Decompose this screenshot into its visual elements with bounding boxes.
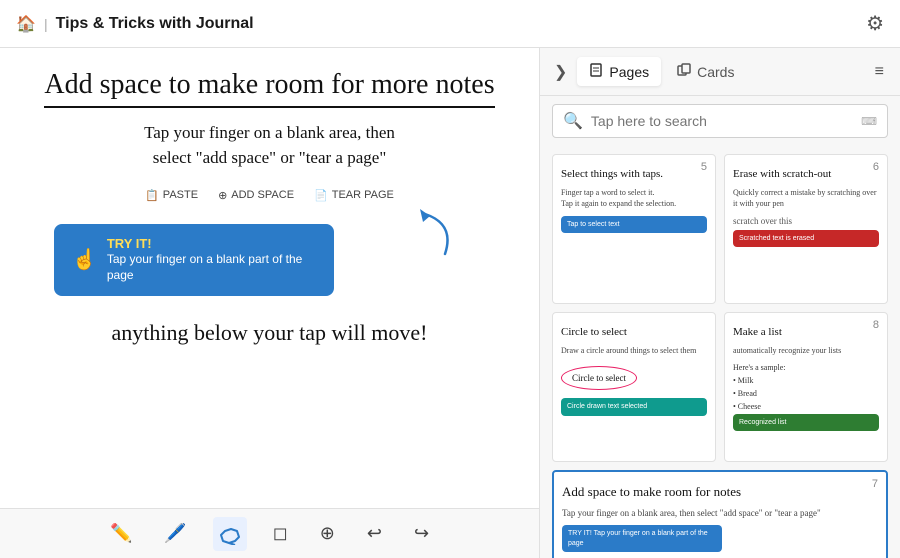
add-space-icon: ⊕: [218, 189, 227, 202]
page-num-5: 5: [701, 161, 707, 173]
page-thumbnail-7[interactable]: 7 Add space to make room for notes Tap y…: [552, 470, 888, 558]
app-header: 🏠 | Tips & Tricks with Journal ⚙: [0, 0, 900, 48]
canvas-subtitle: Tap your finger on a blank area, then se…: [144, 120, 395, 171]
finger-icon: ☝: [72, 247, 97, 272]
thumb-bubble-5: Tap to select text: [561, 216, 707, 233]
cards-tab-icon: [677, 63, 691, 80]
canvas-content: Add space to make room for more notes Ta…: [0, 48, 539, 508]
thumb-subtitle-circle: Draw a circle around things to select th…: [561, 345, 707, 356]
page-num-8: 8: [873, 319, 879, 331]
home-icon[interactable]: 🏠: [16, 14, 36, 34]
paste-icon: 📋: [145, 189, 159, 202]
search-input[interactable]: [591, 113, 853, 129]
filter-button[interactable]: ≡: [867, 59, 892, 85]
right-panel: ❯ Pages: [540, 48, 900, 558]
bottom-toolbar: ✏️ 🖊️ ◻ ⊕ ↩ ↪: [0, 508, 539, 558]
canvas-title: Add space to make room for more notes: [44, 68, 494, 108]
header-separator: |: [44, 16, 48, 32]
pages-tab-icon: [589, 63, 603, 80]
circle-select-demo: Circle to select: [561, 366, 637, 390]
thumb-subtitle-8: automatically recognize your lists: [733, 345, 879, 356]
page-num-7: 7: [872, 478, 878, 490]
canvas-toolbar: 📋 PASTE ⊕ ADD SPACE 📄 TEAR PAGE: [141, 187, 398, 204]
thumb-subtitle-6: Quickly correct a mistake by scratching …: [733, 187, 879, 209]
thumb-title-8: Make a list: [733, 325, 879, 339]
thumb-list-8: Here's a sample: • Milk • Bread • Cheese: [733, 362, 879, 413]
pages-tab-label: Pages: [609, 64, 649, 80]
scratch-demo: scratch over this: [733, 216, 879, 226]
redo-tool[interactable]: ↪: [408, 517, 435, 550]
search-bar: 🔍 ⌨: [540, 96, 900, 146]
arrow-svg: [385, 204, 465, 264]
thumb-title-5: Select things with taps.: [561, 167, 707, 181]
page-num-6: 6: [873, 161, 879, 173]
thumb-subtitle-5: Finger tap a word to select it.Tap it ag…: [561, 187, 707, 209]
search-kbd: ⌨: [861, 115, 877, 128]
pages-tab[interactable]: Pages: [577, 57, 661, 86]
tab-container: Pages Cards: [577, 57, 862, 86]
header-left: 🏠 | Tips & Tricks with Journal: [16, 14, 254, 34]
undo-tool[interactable]: ↩: [361, 517, 388, 550]
thumb-bubble-circle: Circle drawn text selected: [561, 398, 707, 415]
thumb-bubble-6: Scratched text is erased: [733, 230, 879, 247]
pages-grid: 5 Select things with taps. Finger tap a …: [540, 146, 900, 558]
tear-page-icon: 📄: [314, 189, 328, 202]
thumb-bubble-8: Recognized list: [733, 414, 879, 431]
try-it-text: TRY IT! Tap your finger on a blank part …: [107, 236, 316, 285]
thumb-subtitle-7: Tap your finger on a blank area, then se…: [562, 507, 878, 520]
tear-page-button[interactable]: 📄 TEAR PAGE: [310, 187, 398, 204]
thumb-bubble-7: TRY IT! Tap your finger on a blank part …: [562, 525, 722, 551]
thumb-title-7: Add space to make room for notes: [562, 484, 878, 501]
page-thumbnail-8[interactable]: 8 Make a list automatically recognize yo…: [724, 312, 888, 462]
page-thumbnail-circle[interactable]: Circle to select Draw a circle around th…: [552, 312, 716, 462]
thumb-title-circle: Circle to select: [561, 325, 707, 339]
right-panel-header: ❯ Pages: [540, 48, 900, 96]
cards-tab-label: Cards: [697, 64, 734, 80]
try-it-area: ☝ TRY IT! Tap your finger on a blank par…: [54, 224, 485, 297]
thumb-title-6: Erase with scratch-out: [733, 167, 879, 181]
main-area: Add space to make room for more notes Ta…: [0, 48, 900, 558]
paste-button[interactable]: 📋 PASTE: [141, 187, 202, 204]
try-it-box[interactable]: ☝ TRY IT! Tap your finger on a blank par…: [54, 224, 334, 297]
cards-tab[interactable]: Cards: [665, 57, 746, 86]
gear-icon[interactable]: ⚙: [866, 11, 884, 36]
page-title: Tips & Tricks with Journal: [56, 15, 254, 33]
eraser-tool[interactable]: ◻: [267, 517, 294, 550]
add-space-button[interactable]: ⊕ ADD SPACE: [214, 187, 298, 204]
collapse-button[interactable]: ❯: [548, 58, 573, 86]
page-thumbnail-5[interactable]: 5 Select things with taps. Finger tap a …: [552, 154, 716, 304]
add-tool[interactable]: ⊕: [314, 517, 341, 550]
search-input-wrap: 🔍 ⌨: [552, 104, 888, 138]
pen-tool[interactable]: ✏️: [104, 517, 138, 550]
search-icon: 🔍: [563, 111, 583, 131]
canvas-bottom-text: anything below your tap will move!: [112, 320, 428, 346]
lasso-tool[interactable]: [213, 517, 247, 551]
canvas-panel: Add space to make room for more notes Ta…: [0, 48, 540, 558]
page-thumbnail-6[interactable]: 6 Erase with scratch-out Quickly correct…: [724, 154, 888, 304]
highlighter-tool[interactable]: 🖊️: [158, 517, 192, 550]
